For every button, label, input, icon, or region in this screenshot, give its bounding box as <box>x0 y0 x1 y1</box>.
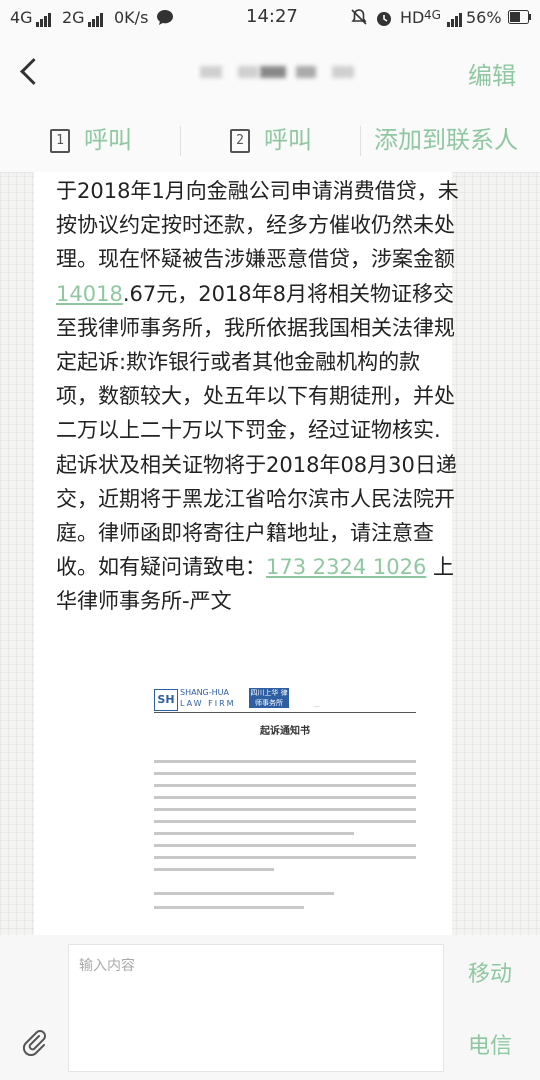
doc-text-line <box>154 868 274 871</box>
message-bubble[interactable]: 于2018年1月向金融公司申请消费借贷，未按协议约定按时还款，经多方催收仍然未处… <box>34 172 459 935</box>
network-1-label: 4G <box>10 8 33 27</box>
doc-text-line <box>154 796 416 799</box>
hd-label: HD <box>400 8 425 27</box>
doc-rule <box>154 712 416 713</box>
attachment-icon[interactable] <box>20 1028 48 1056</box>
send-via-carrier2-button[interactable]: 电信 <box>454 1028 526 1060</box>
amount-link[interactable]: 14018 <box>56 282 123 306</box>
network-2-label: 2G <box>62 8 85 27</box>
battery-percent: 56% <box>466 8 502 27</box>
call-sim1-label: 呼叫 <box>84 126 132 154</box>
status-bar: 4G 2G 0K/s 14:27 HD 4G 56% <box>0 0 540 36</box>
message-notification-icon <box>156 8 174 30</box>
doc-text-line <box>154 760 416 763</box>
clock: 14:27 <box>246 6 298 27</box>
doc-text-line <box>154 906 304 909</box>
call-sim1-button[interactable]: 1 呼叫 <box>50 126 132 154</box>
send-via-carrier1-button[interactable]: 移动 <box>454 956 526 988</box>
mute-icon <box>350 8 368 30</box>
message-input[interactable] <box>68 944 444 1072</box>
message-input-field[interactable] <box>69 945 443 1071</box>
edit-button[interactable]: 编辑 <box>468 56 516 91</box>
doc-reference: … <box>314 702 320 709</box>
doc-text-line <box>154 892 334 895</box>
add-contact-button[interactable]: 添加到联系人 <box>374 126 518 154</box>
net-speed: 0K/s <box>114 8 149 27</box>
back-button[interactable] <box>20 52 47 88</box>
network-3-label: 4G <box>424 8 441 22</box>
doc-text-line <box>154 844 416 847</box>
law-firm-logo: SH SHANG-HUA LAW FIRM 四川上华 律师事务所 <box>154 688 289 711</box>
doc-title: 起诉通知书 <box>260 726 310 737</box>
alarm-icon <box>374 8 394 32</box>
doc-text-line <box>154 772 416 775</box>
battery-icon <box>508 10 532 28</box>
sim-card-icon: 2 <box>230 129 250 153</box>
message-text: 于2018年1月向金融公司申请消费借贷，未按协议约定按时还款，经多方催收仍然未处… <box>56 174 460 619</box>
firm-name-en: SHANG-HUA <box>180 688 229 697</box>
sim-card-icon: 1 <box>50 129 70 153</box>
firm-name-en-sub: LAW FIRM <box>180 699 236 708</box>
doc-text-line <box>154 808 416 811</box>
chevron-left-icon <box>20 58 47 85</box>
doc-text-line <box>154 784 416 787</box>
call-sim2-button[interactable]: 2 呼叫 <box>230 126 312 154</box>
divider <box>180 126 181 156</box>
network-2: 2G <box>62 9 104 27</box>
attachment-image[interactable]: SH SHANG-HUA LAW FIRM 四川上华 律师事务所 … 起诉通知书 <box>134 682 436 935</box>
contact-name-redacted <box>200 60 360 82</box>
call-sim2-label: 呼叫 <box>264 126 312 154</box>
firm-logo-mark: SH <box>154 689 178 711</box>
network-1: 4G <box>10 9 52 27</box>
signal-icon <box>87 9 104 27</box>
divider <box>360 126 361 156</box>
firm-name-cn: 四川上华 律师事务所 <box>249 688 289 708</box>
doc-text-line <box>154 832 354 835</box>
message-text-part: .67元，2018年8月将相关物证移交至我律师事务所，我所依据我国相关法律规定起… <box>56 281 457 580</box>
signal-icon <box>444 9 463 27</box>
phone-link[interactable]: 173 2324 1026 <box>266 555 426 579</box>
message-text-part: 于2018年1月向金融公司申请消费借贷，未按协议约定按时还款，经多方催收仍然未处… <box>56 179 459 272</box>
signal-icon <box>35 9 52 27</box>
doc-text-line <box>154 820 416 823</box>
doc-text-line <box>154 856 416 859</box>
